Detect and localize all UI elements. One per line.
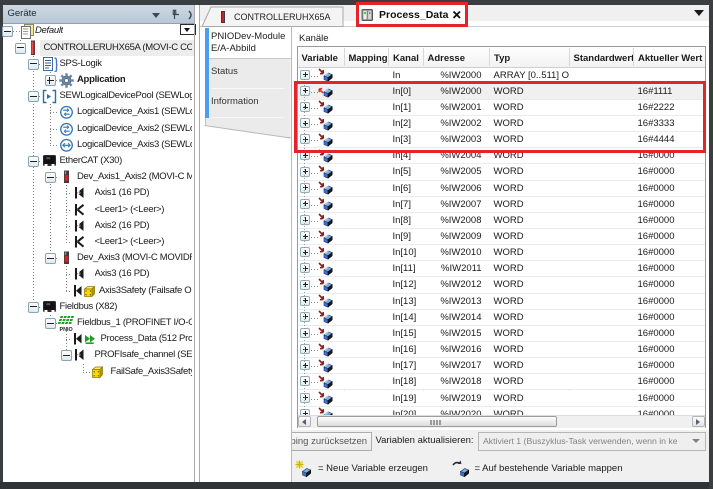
svg-text:PNIO: PNIO [60,327,73,332]
